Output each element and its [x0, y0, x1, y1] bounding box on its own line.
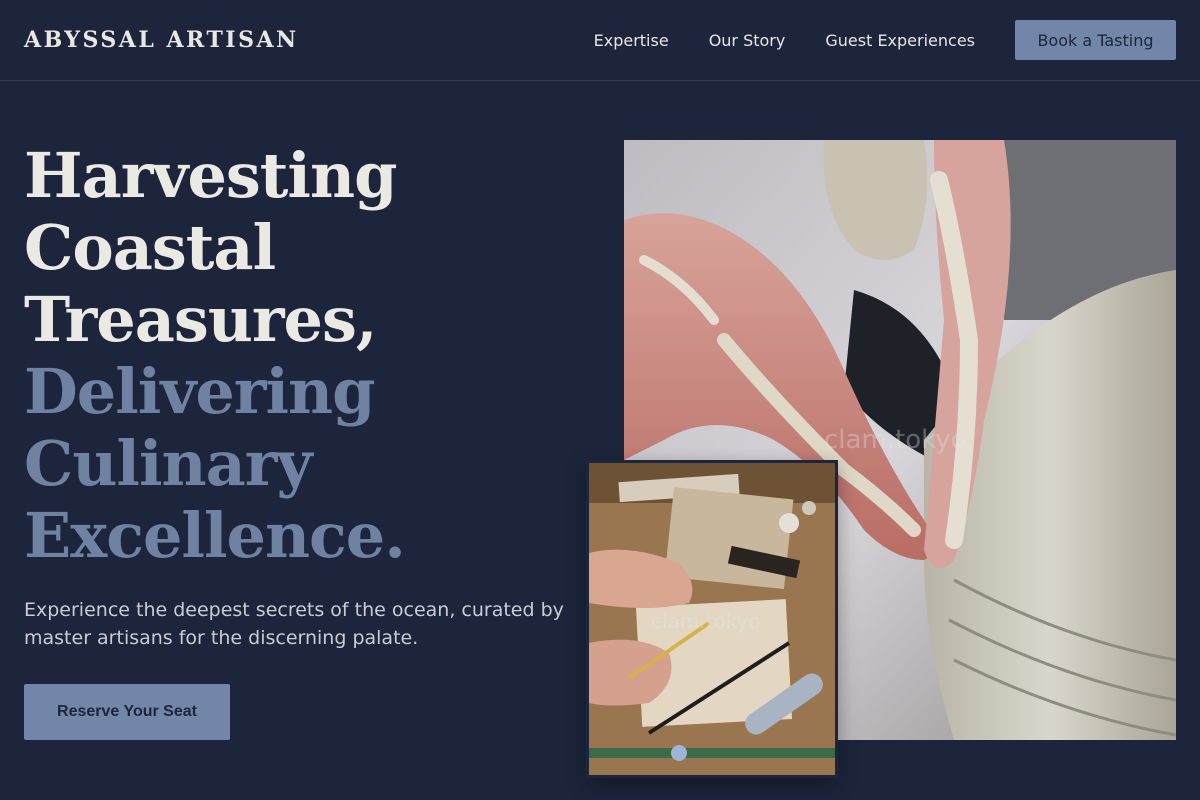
hero-title-line: Coastal: [24, 211, 276, 284]
hero-title: Harvesting Coastal Treasures, Delivering…: [24, 140, 584, 572]
nav-link-expertise[interactable]: Expertise: [594, 31, 669, 50]
artisan-workbench-image: clam.tokyo: [586, 460, 838, 778]
nav-link-guest-experiences[interactable]: Guest Experiences: [825, 31, 975, 50]
book-tasting-button[interactable]: Book a Tasting: [1015, 20, 1176, 60]
hero-title-accent-line: Culinary: [24, 427, 312, 500]
image-watermark: clam.tokyo: [824, 425, 967, 455]
reserve-seat-button[interactable]: Reserve Your Seat: [24, 684, 230, 740]
image-watermark: clam.tokyo: [651, 609, 761, 633]
site-header: ABYSSAL ARTISAN Expertise Our Story Gues…: [0, 0, 1200, 81]
hero-title-accent-line: Delivering: [24, 355, 375, 428]
hero-subtitle: Experience the deepest secrets of the oc…: [24, 599, 564, 649]
nav-link-our-story[interactable]: Our Story: [709, 31, 786, 50]
hero-title-line: Harvesting: [24, 139, 397, 212]
main-nav: Expertise Our Story Guest Experiences Bo…: [554, 20, 1176, 60]
brand-logo[interactable]: ABYSSAL ARTISAN: [24, 27, 299, 53]
hero-title-line: Treasures,: [24, 283, 378, 356]
hero-title-accent-line: Excellence.: [24, 499, 406, 572]
